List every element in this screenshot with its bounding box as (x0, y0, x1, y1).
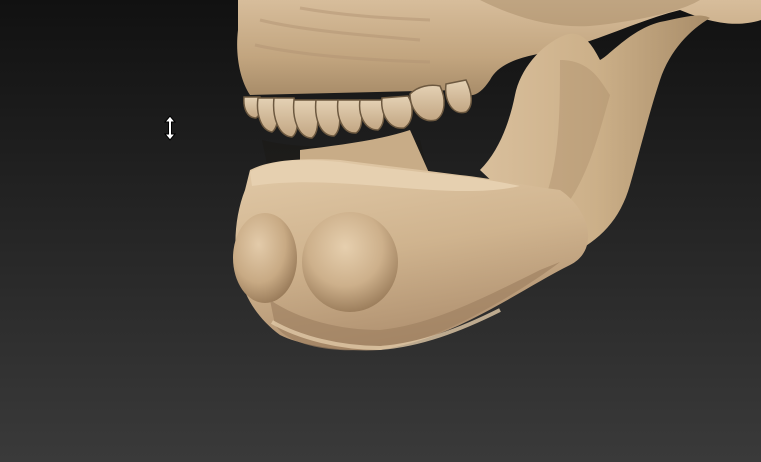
mental-bump-front (233, 213, 297, 303)
3d-viewport[interactable] (0, 0, 761, 462)
resize-vertical-icon (163, 115, 177, 141)
mental-bump-side (302, 212, 398, 312)
viewport-canvas[interactable] (0, 0, 761, 462)
